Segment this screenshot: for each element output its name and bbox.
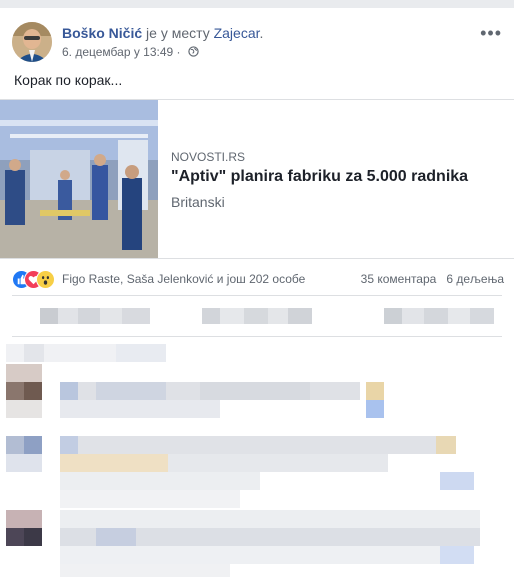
post-card: Boško Ničić је у месту Zajecar. 6. децем…: [0, 8, 514, 577]
globe-icon: [188, 46, 199, 60]
engagement-counts: 35 коментара 6 дељења: [361, 272, 504, 286]
action-bar: [12, 304, 502, 328]
post-text: Корак по корак...: [14, 72, 123, 88]
comment-button[interactable]: [202, 306, 312, 326]
wow-icon: [36, 270, 55, 289]
location-link[interactable]: Zajecar: [214, 25, 260, 41]
more-horizontal-icon[interactable]: •••: [480, 24, 502, 42]
author-name[interactable]: Boško Ničić: [62, 25, 142, 41]
link-thumbnail: [0, 100, 158, 258]
post-header: Boško Ničić је у месту Zajecar. 6. децем…: [12, 22, 502, 62]
post-meta: 6. децембар у 13:49 ·: [62, 45, 199, 60]
post-title-line: Boško Ničić је у месту Zajecar.: [62, 25, 263, 41]
post-timestamp[interactable]: 6. децембар у 13:49: [62, 45, 173, 59]
comments-count[interactable]: 35 коментара: [361, 272, 437, 286]
reaction-names[interactable]: Figo Raste, Saša Jelenković и још 202 ос…: [62, 272, 305, 286]
link-domain: NOVOSTI.RS: [171, 150, 246, 164]
link-info: NOVOSTI.RS "Aptiv" planira fabriku za 5.…: [171, 150, 501, 210]
link-subtitle: Britanski: [171, 194, 225, 210]
blurred-comments: [6, 344, 480, 577]
meta-separator: ·: [176, 45, 181, 59]
comments-section-blurred: [0, 338, 514, 577]
reaction-icons[interactable]: [12, 270, 64, 289]
like-button[interactable]: [40, 306, 150, 326]
divider-top: [12, 295, 502, 296]
share-button[interactable]: [384, 306, 494, 326]
location-prefix: је у месту: [146, 25, 210, 41]
link-preview[interactable]: NOVOSTI.RS "Aptiv" planira fabriku za 5.…: [0, 99, 514, 259]
shares-count[interactable]: 6 дељења: [446, 272, 504, 286]
location-suffix: .: [259, 25, 264, 41]
divider-bottom: [12, 336, 502, 337]
avatar-photo: [12, 22, 52, 62]
avatar[interactable]: [12, 22, 52, 62]
link-title[interactable]: "Aptiv" planira fabriku za 5.000 radnika: [171, 168, 501, 186]
reactions-bar: Figo Raste, Saša Jelenković и још 202 ос…: [12, 269, 504, 289]
